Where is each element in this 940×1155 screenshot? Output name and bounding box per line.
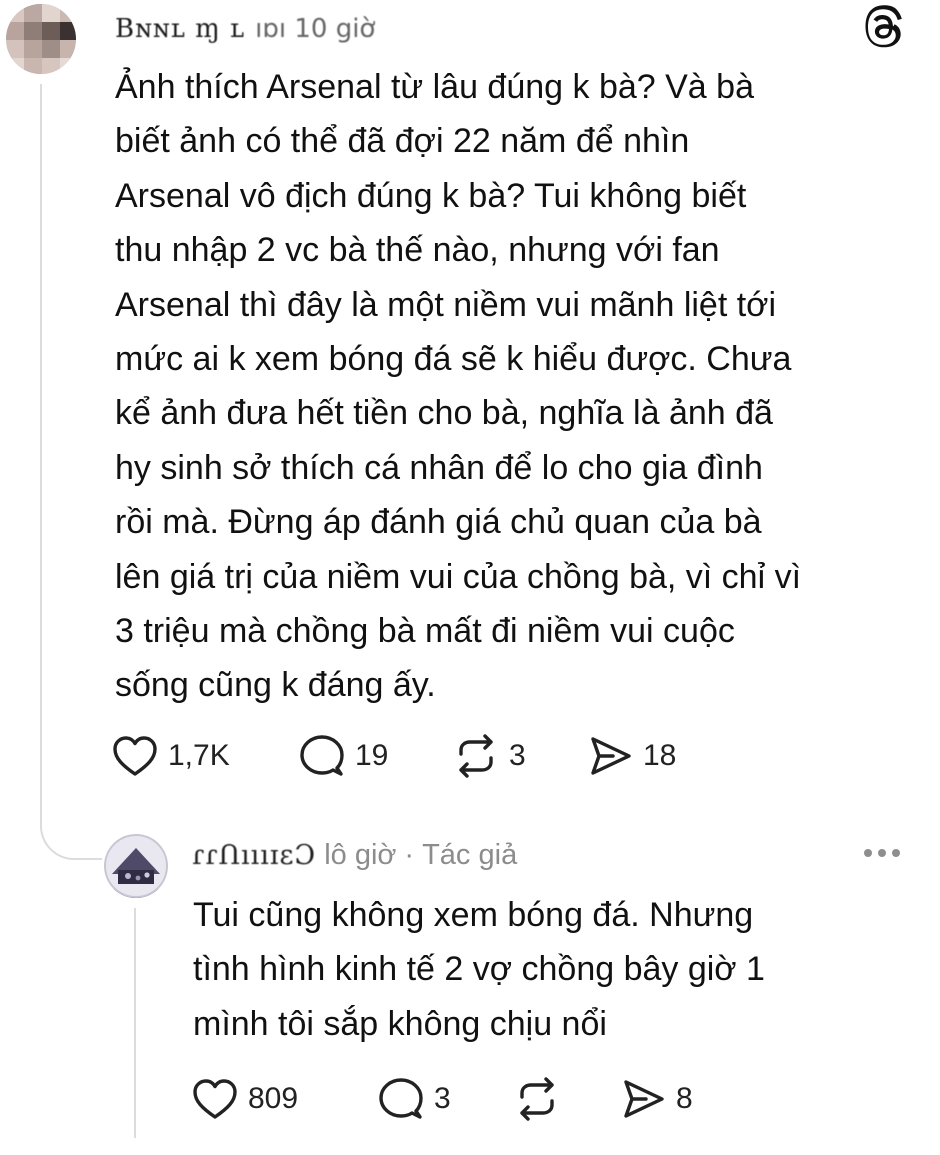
reply-reply-count: 3 [434,1082,451,1115]
thread-line [40,84,42,829]
heart-icon [193,1079,237,1119]
post-header: Bɴɴʟ ɱ ʟ ıɒı 10 giờ [115,12,375,46]
repost-count: 3 [509,739,526,772]
reply-repost-button[interactable] [514,1077,622,1121]
like-button[interactable]: 1,7K [112,735,299,777]
reply-share-count: 8 [676,1082,693,1115]
post-time: ıɒı 10 giờ [255,14,376,44]
reply-avatar[interactable] [104,834,168,898]
repost-icon [520,1077,554,1121]
reply-thread-line [134,908,136,1138]
comment-bubble-icon [379,1078,423,1119]
repost-button[interactable]: 3 [453,734,589,778]
reply-like-button[interactable]: 809 [192,1078,378,1120]
share-count: 18 [643,739,677,772]
thread-line-connector [40,790,102,860]
separator-dot: · [404,838,415,871]
avatar[interactable] [6,4,76,74]
reply-header: ɾɾՈıııɪɛƆ lô giờ · Tác giả [192,835,517,875]
reply-count: 19 [355,739,389,772]
share-button[interactable]: 18 [589,735,676,777]
reply-reply-button[interactable]: 3 [378,1077,514,1121]
more-dots-icon[interactable] [864,838,900,868]
reply-author-name[interactable]: ɾɾՈıııɪɛƆ [192,840,316,871]
reply-like-count: 809 [248,1082,299,1115]
repost-icon [459,734,493,778]
comment-bubble-icon [300,735,344,776]
share-arrow-icon [591,737,631,775]
author-tag: Tác giả [422,838,518,871]
post-body: Ảnh thích Arsenal từ lâu đúng k bà? Và b… [115,68,802,705]
reply-body: Tui cũng không xem bóng đá. Nhưng tình h… [193,896,765,1043]
author-name[interactable]: Bɴɴʟ ɱ ʟ [115,14,245,44]
reply-actions: 809 3 8 [192,1077,693,1121]
reply-button[interactable]: 19 [299,734,453,778]
share-arrow-icon [624,1080,664,1118]
reply-time: lô giờ [324,838,397,871]
threads-logo-icon[interactable] [860,4,908,52]
heart-icon [113,736,157,776]
like-count: 1,7K [168,739,230,772]
post-actions: 1,7K 19 3 18 [112,734,676,778]
reply-share-button[interactable]: 8 [622,1078,693,1120]
